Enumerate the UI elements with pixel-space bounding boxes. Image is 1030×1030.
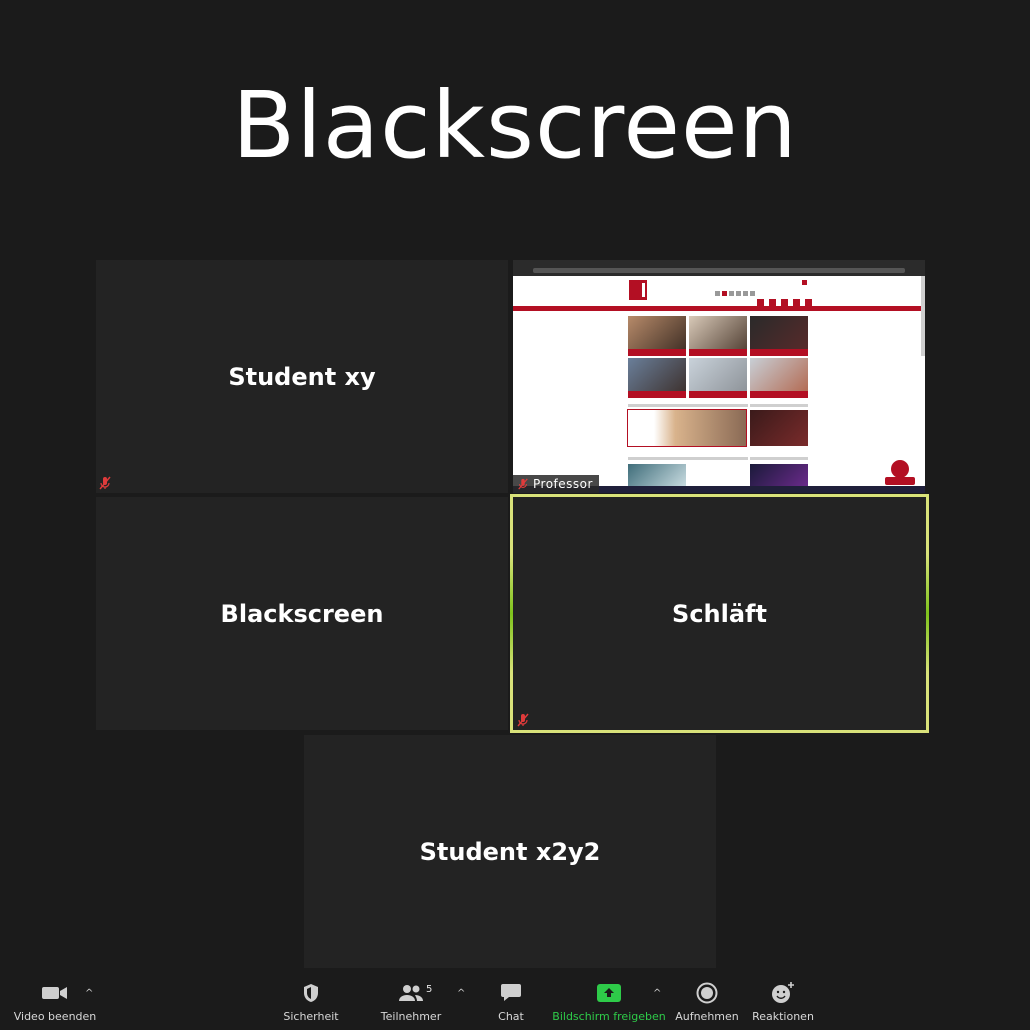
video-tile-student-x2y2[interactable]: Student x2y2 xyxy=(304,735,716,968)
chevron-up-icon[interactable]: ^ xyxy=(457,988,465,999)
shield-icon xyxy=(272,982,350,1004)
reactions-label: Reaktionen xyxy=(752,1010,814,1023)
presenter-name: Professor xyxy=(533,477,593,491)
shared-screen-tile[interactable]: Professor xyxy=(513,260,925,493)
participant-name: Student x2y2 xyxy=(419,837,601,866)
participant-name: Blackscreen xyxy=(220,599,384,628)
participant-name: Schläft xyxy=(672,599,767,628)
muted-mic-icon xyxy=(98,476,112,490)
video-thumb xyxy=(750,410,808,446)
thumb-card xyxy=(750,358,808,398)
participants-count-badge: 5 xyxy=(426,984,433,995)
share-screen-label: Bildschirm freigeben xyxy=(552,1010,666,1023)
thumb-card xyxy=(628,358,686,398)
participants-button[interactable]: Teilnehmer xyxy=(372,982,450,1023)
chevron-up-icon[interactable]: ^ xyxy=(85,988,93,999)
chevron-up-icon[interactable]: ^ xyxy=(653,988,661,999)
video-thumb xyxy=(627,409,747,447)
video-tile-schlaeft[interactable]: Schläft xyxy=(510,494,929,733)
record-label: Aufnehmen xyxy=(675,1010,739,1023)
chat-label: Chat xyxy=(498,1010,524,1023)
site-nav-bar xyxy=(513,306,925,311)
security-button[interactable]: Sicherheit xyxy=(272,982,350,1023)
share-screen-button[interactable]: Bildschirm freigeben xyxy=(552,982,666,1023)
chat-bubble-icon xyxy=(481,982,541,1004)
video-tile-student-xy[interactable]: Student xy xyxy=(96,260,508,493)
participants-icon xyxy=(372,982,450,1004)
scrollbar xyxy=(921,276,925,356)
record-button[interactable]: Aufnehmen xyxy=(670,982,744,1023)
video-tile-blackscreen[interactable]: Blackscreen xyxy=(96,497,508,730)
security-label: Sicherheit xyxy=(283,1010,339,1023)
reactions-button[interactable]: Reaktionen xyxy=(748,982,818,1023)
header-icons xyxy=(715,281,757,300)
thumb-card xyxy=(689,358,747,398)
section-divider xyxy=(750,404,808,407)
chat-widget-button xyxy=(885,477,915,485)
section-divider xyxy=(750,457,808,460)
search-button-icon xyxy=(802,280,807,285)
participant-name: Student xy xyxy=(228,362,376,391)
meeting-toolbar: Video beenden ^ Sicherheit Teilnehmer 5 … xyxy=(0,972,1030,1030)
thumb-card xyxy=(750,464,808,486)
share-screen-icon xyxy=(552,982,666,1004)
thumb-card xyxy=(628,316,686,356)
section-divider xyxy=(628,404,748,407)
muted-mic-icon xyxy=(517,478,529,490)
browser-toolbar xyxy=(513,260,925,276)
participants-label: Teilnehmer xyxy=(380,1010,442,1023)
record-icon xyxy=(670,982,744,1004)
presenter-name-tag: Professor xyxy=(513,475,599,493)
reaction-icon xyxy=(748,982,818,1004)
chat-button[interactable]: Chat xyxy=(481,982,541,1023)
thumb-card xyxy=(689,316,747,356)
slide-headline: Blackscreen xyxy=(232,72,798,179)
muted-mic-icon xyxy=(516,713,530,727)
thumb-card xyxy=(628,464,686,486)
thumb-card xyxy=(750,316,808,356)
section-divider xyxy=(628,457,748,460)
site-logo xyxy=(629,280,647,300)
stop-video-label: Video beenden xyxy=(13,1010,97,1023)
